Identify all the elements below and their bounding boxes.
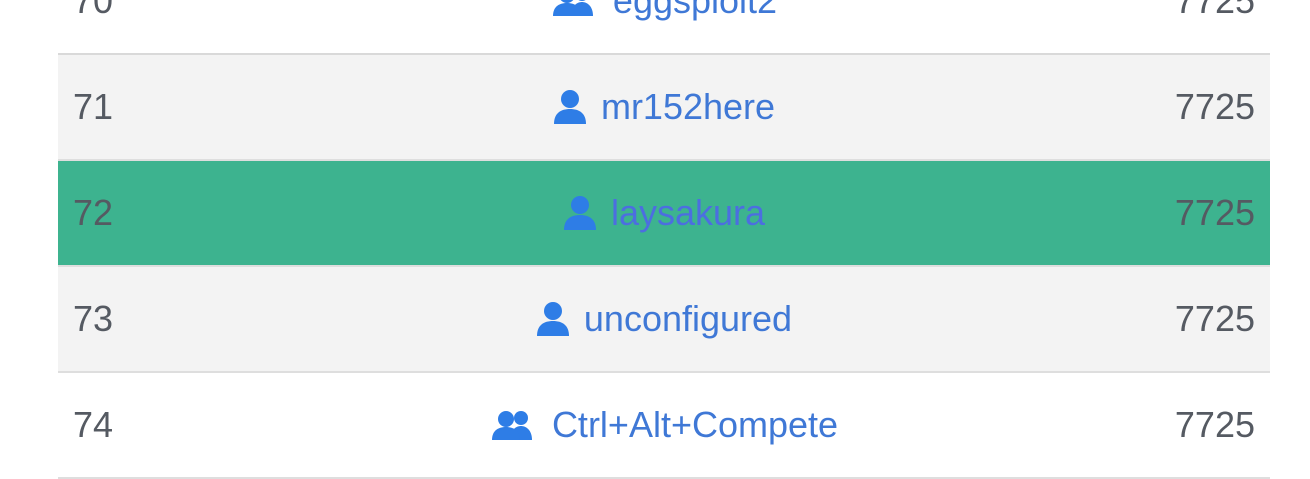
team-name: unconfigured [583, 298, 793, 339]
rank-cell: 74 [73, 404, 114, 445]
table-row: 73 unconfigured 7725 [58, 267, 1270, 373]
team-link[interactable]: laysakura [563, 192, 765, 234]
team-name: Ctrl+Alt+Compete [551, 404, 839, 445]
score-cell: 7725 [1174, 298, 1255, 339]
users-icon [490, 410, 538, 440]
team-link[interactable]: unconfigured [536, 298, 792, 340]
team-name: mr152here [600, 86, 776, 127]
score-cell: 7725 [1174, 192, 1255, 233]
team-name: laysakura [610, 192, 766, 233]
rank-cell: 73 [73, 298, 114, 339]
user-icon [563, 196, 597, 230]
team-link[interactable]: mr152here [553, 86, 775, 128]
user-icon [553, 90, 587, 124]
user-icon [536, 302, 570, 336]
score-cell: 7725 [1174, 0, 1255, 21]
score-cell: 7725 [1174, 404, 1255, 445]
table-row: 74 Ctrl+Alt+Compete 7725 [58, 373, 1270, 479]
scoreboard-table: 70 eggsploit2 7725 71 mr152here 7725 72 … [58, 0, 1270, 479]
score-cell: 7725 [1174, 86, 1255, 127]
rank-cell: 72 [73, 192, 114, 233]
rank-cell: 71 [73, 86, 114, 127]
team-link[interactable]: Ctrl+Alt+Compete [490, 404, 838, 446]
table-row-highlighted: 72 laysakura 7725 [58, 161, 1270, 267]
team-name: eggsploit2 [612, 0, 778, 21]
rank-cell: 70 [73, 0, 114, 21]
team-link[interactable]: eggsploit2 [551, 0, 777, 22]
table-row: 71 mr152here 7725 [58, 55, 1270, 161]
users-icon [551, 0, 599, 16]
table-row: 70 eggsploit2 7725 [58, 0, 1270, 55]
